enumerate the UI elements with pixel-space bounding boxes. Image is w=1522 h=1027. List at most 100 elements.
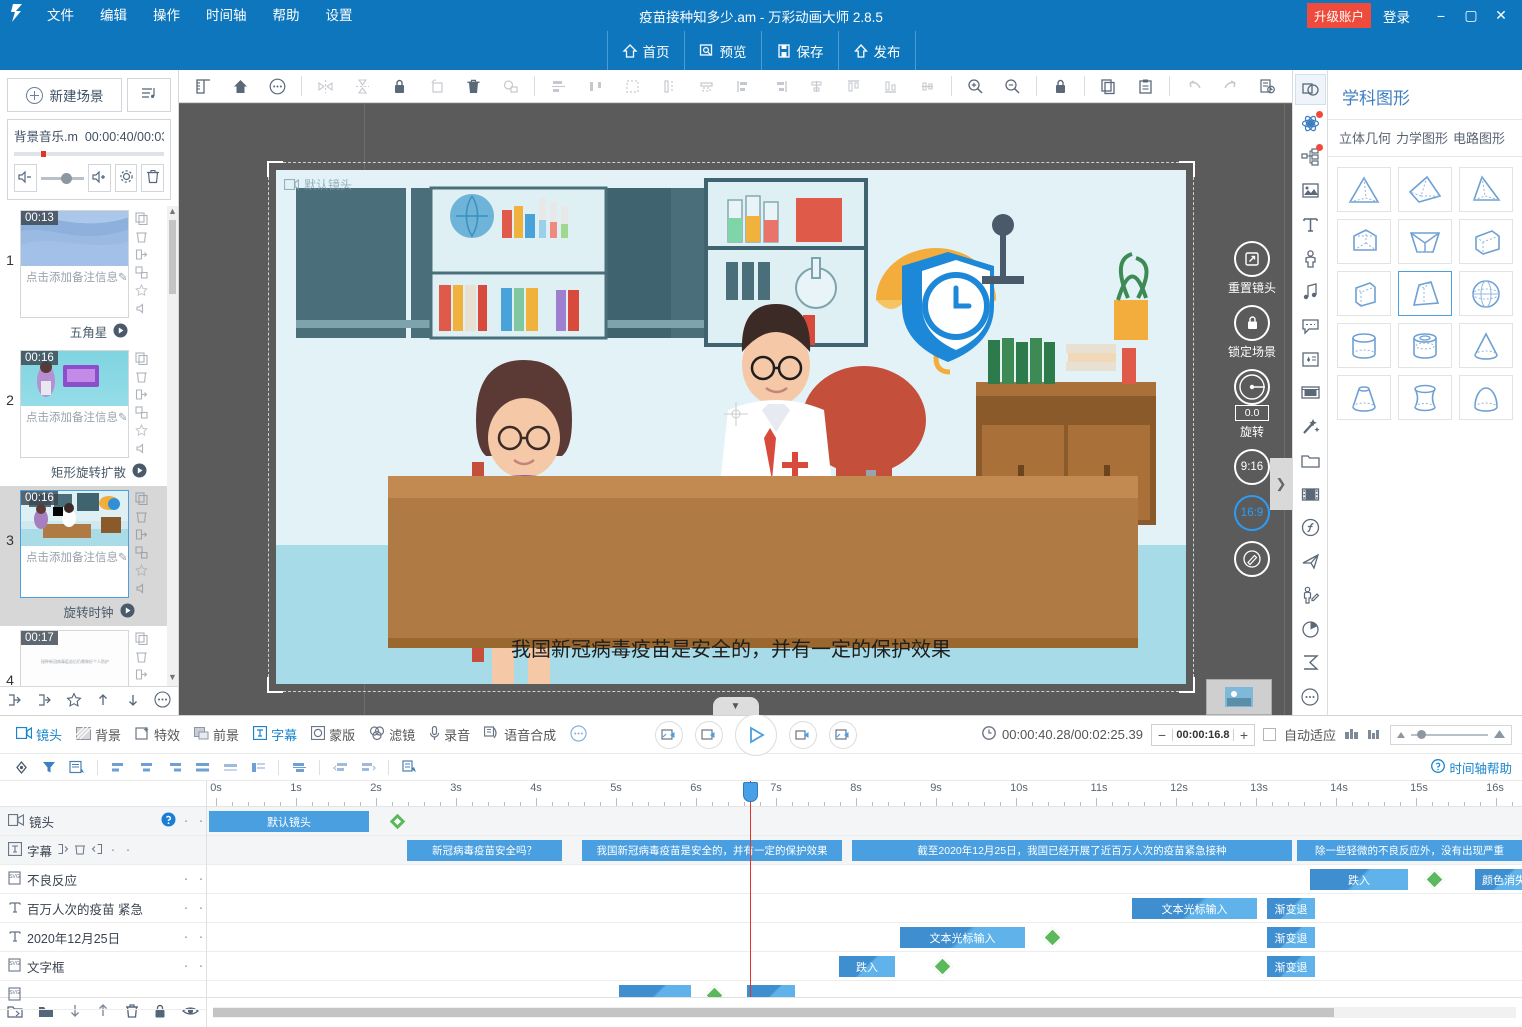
hscrollbar-thumb[interactable] <box>213 1008 1334 1017</box>
duplicate-icon[interactable] <box>135 632 148 648</box>
shape-cylinder[interactable] <box>1337 323 1391 368</box>
crop-icon[interactable] <box>688 71 725 101</box>
delete-icon[interactable] <box>455 71 492 101</box>
timeline-hscrollbar[interactable] <box>213 1007 1516 1018</box>
keyframe-marker[interactable] <box>390 814 406 830</box>
publish-button[interactable]: 发布 <box>838 31 916 70</box>
playhead-handle[interactable] <box>743 782 758 802</box>
prev-frame-button[interactable] <box>695 721 723 749</box>
export-icon[interactable] <box>135 668 148 684</box>
track-help-icon[interactable] <box>161 812 176 830</box>
scene-item-4[interactable]: 4 接种新冠病毒疫苗后仍需做好个人防护 00:17 <box>0 626 178 686</box>
scene-note[interactable]: 点击添加备注信息 ✎ <box>21 406 128 429</box>
volume-down-button[interactable] <box>14 164 37 192</box>
duration-plus-button[interactable]: + <box>1234 727 1254 743</box>
tab-more[interactable] <box>564 722 593 748</box>
pencil-icon[interactable]: ✎ <box>118 270 128 284</box>
group-icon[interactable] <box>135 546 148 562</box>
shape-frustum-cone[interactable] <box>1337 375 1391 420</box>
tab-background[interactable]: 背景 <box>70 722 127 747</box>
zoom-out-icon[interactable] <box>994 71 1031 101</box>
login-button[interactable]: 登录 <box>1383 6 1410 26</box>
zoom-slider[interactable] <box>1390 725 1512 745</box>
tab-mechanics[interactable]: 力学图形 <box>1396 128 1448 147</box>
filter-icon[interactable] <box>36 756 62 778</box>
group-icon[interactable] <box>135 266 148 282</box>
science-shape-icon[interactable] <box>1295 108 1326 139</box>
apply-icon[interactable] <box>396 756 422 778</box>
clip-fall-in[interactable]: 跌入 <box>839 956 895 977</box>
handle-tr[interactable] <box>1179 161 1195 177</box>
export-icon[interactable] <box>135 388 148 404</box>
tab-effects[interactable]: 特效 <box>129 722 186 747</box>
more-icon[interactable] <box>1295 681 1326 712</box>
play-button[interactable] <box>735 714 777 756</box>
handle-br[interactable] <box>1179 677 1195 693</box>
scene-card[interactable]: 00:16 点击添加备注信息 ✎ <box>20 350 129 458</box>
tab-foreground[interactable]: 前景 <box>188 722 245 747</box>
expand-icon[interactable] <box>286 756 312 778</box>
preview-button[interactable]: 预览 <box>684 31 761 70</box>
close-button[interactable]: ✕ <box>1486 7 1516 24</box>
keyframe-marker[interactable] <box>704 985 725 997</box>
pencil-icon[interactable]: ✎ <box>118 550 128 564</box>
auto-fit-checkbox[interactable] <box>1263 728 1276 741</box>
move-down-icon[interactable] <box>125 692 141 711</box>
zoom-in-icon[interactable] <box>957 71 994 101</box>
keyframe-marker[interactable] <box>1424 869 1445 890</box>
scene-transition[interactable] <box>0 311 156 320</box>
shape-dome[interactable] <box>1459 375 1513 420</box>
timeline-lanes[interactable]: 0s 1s 2s 3s 4s 5s 6s 7s 8s 9s 10s 11s 12… <box>207 781 1522 997</box>
plane-icon[interactable] <box>1295 546 1326 577</box>
clip-text-cursor-input[interactable]: 文本光标输入 <box>1132 898 1257 919</box>
track-header-camera[interactable]: 镜头 · · <box>0 807 206 836</box>
ratio-9-16-button[interactable]: 9:16 <box>1234 449 1270 485</box>
track-import-icon[interactable] <box>91 843 103 858</box>
clip-extra-1[interactable] <box>619 985 691 997</box>
clip-subtitle-2[interactable]: 我国新冠病毒疫苗是安全的，并有一定的保护效果 <box>582 840 842 861</box>
mute-icon[interactable] <box>135 582 148 598</box>
volume-slider[interactable] <box>41 164 84 192</box>
align-bottom-icon[interactable] <box>872 71 909 101</box>
scene-note[interactable]: 点击添加备注信息 ✎ <box>21 546 128 569</box>
scene-item-3[interactable]: 3 00:16 点击添加备注信息 ✎ <box>0 486 178 598</box>
clip-color-fade[interactable]: 颜色消失 <box>1475 869 1522 890</box>
ruler-icon[interactable] <box>185 71 222 101</box>
favorite-icon[interactable] <box>66 692 82 711</box>
clip-fall-in[interactable]: 跌入 <box>1310 869 1408 890</box>
group-icon[interactable] <box>135 406 148 422</box>
copy-icon[interactable] <box>1090 71 1127 101</box>
folder-icon[interactable] <box>1295 445 1326 476</box>
selection-frame[interactable] <box>268 162 1194 692</box>
rotate-value[interactable]: 0.0 <box>1235 405 1270 421</box>
ratio-16-9-button[interactable]: 16:9 <box>1234 495 1270 531</box>
align-center-icon[interactable] <box>799 71 836 101</box>
clip-subtitle-3[interactable]: 截至2020年12月25日，我国已经开展了近百万人次的疫苗紧急接种 <box>852 840 1292 861</box>
more-icon[interactable] <box>259 71 296 101</box>
flip-vertical-icon[interactable] <box>344 71 381 101</box>
lock-icon[interactable] <box>381 71 418 101</box>
track-dot-2[interactable]: · <box>196 963 206 969</box>
menu-settings[interactable]: 设置 <box>313 0 366 31</box>
scene-card[interactable]: 00:16 点击添加备注信息 ✎ <box>20 490 129 598</box>
gif-icon[interactable] <box>1295 378 1326 409</box>
callout-icon[interactable] <box>1295 310 1326 341</box>
rotate-icon[interactable] <box>418 71 455 101</box>
play-transition-icon[interactable] <box>113 323 128 341</box>
track-header-date[interactable]: 2020年12月25日 · · <box>0 923 206 952</box>
mini-preview[interactable] <box>1206 679 1272 715</box>
clip-gradient-fade[interactable]: 渐变退 <box>1267 956 1315 977</box>
shape-icon[interactable] <box>1295 74 1326 105</box>
playhead[interactable] <box>750 781 751 997</box>
scene-list-button[interactable] <box>127 78 171 112</box>
upgrade-account-button[interactable]: 升级账户 <box>1307 3 1371 28</box>
scene-transition-3[interactable]: 旋转时钟 <box>0 598 178 626</box>
track-dot-1[interactable]: · <box>181 963 191 969</box>
keyframe-marker[interactable] <box>932 956 953 977</box>
track-header-textbox[interactable]: SVG 文字框 · · <box>0 952 206 981</box>
clip-text-cursor-input[interactable]: 文本光标输入 <box>900 927 1025 948</box>
scene-item-2[interactable]: 2 00:16 点击添加备注信息 ✎ <box>0 346 178 458</box>
lock-icon-2[interactable] <box>1042 71 1079 101</box>
history-icon[interactable] <box>1249 71 1286 101</box>
minimize-button[interactable]: − <box>1426 8 1456 24</box>
